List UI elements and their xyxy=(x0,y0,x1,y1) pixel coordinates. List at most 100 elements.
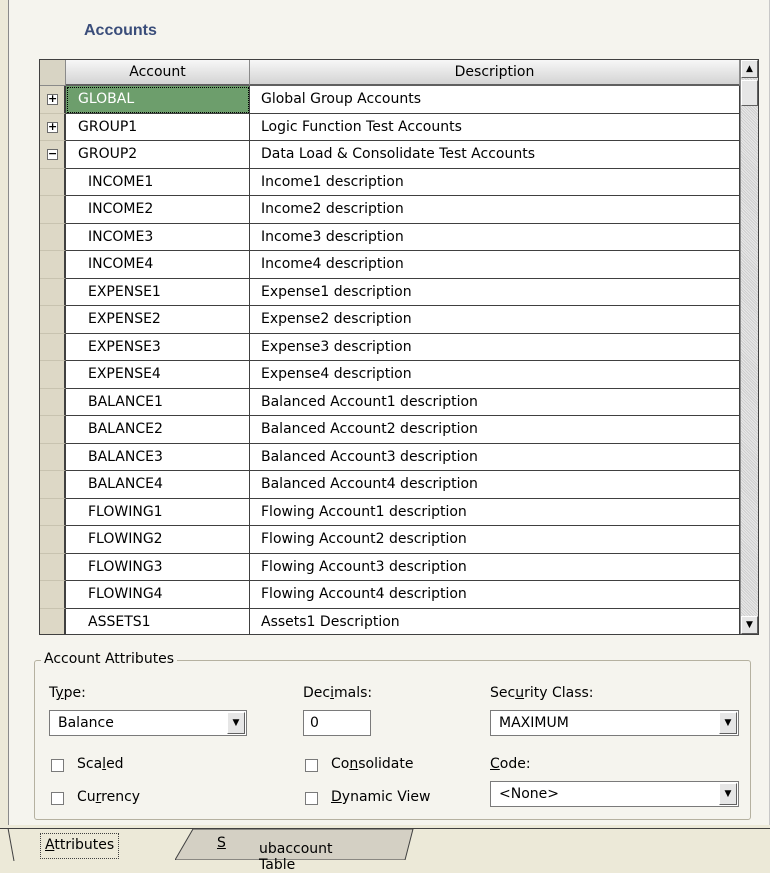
type-dropdown-button[interactable]: ▼ xyxy=(227,712,245,734)
table-row[interactable]: EXPENSE3 Expense3 description xyxy=(40,333,740,361)
description-cell[interactable]: Expense2 description xyxy=(250,306,740,334)
description-cell[interactable]: Flowing Account1 description xyxy=(250,498,740,526)
account-cell[interactable]: FLOWING4 xyxy=(66,581,250,609)
description-cell[interactable]: Expense4 description xyxy=(250,361,740,389)
table-row[interactable]: − GROUP2 Data Load & Consolidate Test Acco… xyxy=(40,141,740,169)
table-row[interactable]: EXPENSE2 Expense2 description xyxy=(40,306,740,334)
account-cell[interactable]: INCOME2 xyxy=(66,196,250,224)
table-row[interactable]: + GLOBAL Global Group Accounts xyxy=(40,86,740,114)
account-cell[interactable]: ASSETS1 xyxy=(66,608,250,634)
row-header[interactable] xyxy=(40,196,66,224)
description-cell[interactable]: Income3 description xyxy=(250,223,740,251)
description-cell[interactable]: Flowing Account3 description xyxy=(250,553,740,581)
table-row[interactable]: EXPENSE1 Expense1 description xyxy=(40,278,740,306)
description-cell[interactable]: Expense3 description xyxy=(250,333,740,361)
account-cell[interactable]: BALANCE3 xyxy=(66,443,250,471)
table-row[interactable]: INCOME3 Income3 description xyxy=(40,223,740,251)
scroll-down-button[interactable]: ▼ xyxy=(741,616,758,634)
description-cell[interactable]: Expense1 description xyxy=(250,278,740,306)
tab-attributes[interactable]: Attributes xyxy=(40,833,120,859)
table-row[interactable]: FLOWING4 Flowing Account4 description xyxy=(40,581,740,609)
row-header[interactable] xyxy=(40,333,66,361)
account-cell[interactable]: GROUP1 xyxy=(66,113,250,141)
row-header[interactable] xyxy=(40,223,66,251)
table-row[interactable]: BALANCE4 Balanced Account4 description xyxy=(40,471,740,499)
type-dropdown[interactable]: Balance ▼ xyxy=(49,710,247,736)
column-header-description[interactable]: Description xyxy=(250,60,740,86)
row-header[interactable] xyxy=(40,581,66,609)
account-cell[interactable]: FLOWING3 xyxy=(66,553,250,581)
row-header[interactable] xyxy=(40,553,66,581)
table-row[interactable]: FLOWING3 Flowing Account3 description xyxy=(40,553,740,581)
description-cell[interactable]: Assets1 Description xyxy=(250,608,740,634)
description-cell[interactable]: Balanced Account1 description xyxy=(250,388,740,416)
account-cell[interactable]: EXPENSE1 xyxy=(66,278,250,306)
row-header[interactable] xyxy=(40,498,66,526)
column-header-account[interactable]: Account xyxy=(66,60,250,86)
code-dropdown-button[interactable]: ▼ xyxy=(719,783,737,805)
account-cell[interactable]: EXPENSE4 xyxy=(66,361,250,389)
row-header[interactable] xyxy=(40,471,66,499)
table-row[interactable]: BALANCE3 Balanced Account3 description xyxy=(40,443,740,471)
table-row[interactable]: FLOWING2 Flowing Account2 description xyxy=(40,526,740,554)
table-row[interactable]: EXPENSE4 Expense4 description xyxy=(40,361,740,389)
plus-box-icon[interactable]: + xyxy=(47,93,58,105)
table-row[interactable]: + GROUP1 Logic Function Test Accounts xyxy=(40,113,740,141)
account-cell[interactable]: INCOME1 xyxy=(66,168,250,196)
row-header[interactable] xyxy=(40,361,66,389)
tab-subaccount-table[interactable]: Subaccount Table xyxy=(175,829,415,873)
account-cell[interactable]: EXPENSE3 xyxy=(66,333,250,361)
account-cell[interactable]: BALANCE2 xyxy=(66,416,250,444)
table-row[interactable]: INCOME4 Income4 description xyxy=(40,251,740,279)
description-cell[interactable]: Balanced Account4 description xyxy=(250,471,740,499)
table-row[interactable]: BALANCE1 Balanced Account1 description xyxy=(40,388,740,416)
account-cell[interactable]: BALANCE4 xyxy=(66,471,250,499)
table-row[interactable]: INCOME1 Income1 description xyxy=(40,168,740,196)
account-cell[interactable]: FLOWING1 xyxy=(66,498,250,526)
minus-box-icon[interactable]: − xyxy=(47,148,58,160)
description-cell[interactable]: Balanced Account2 description xyxy=(250,416,740,444)
scroll-up-button[interactable]: ▲ xyxy=(741,60,758,78)
table-row[interactable]: ASSETS1 Assets1 Description xyxy=(40,608,740,634)
account-cell[interactable]: FLOWING2 xyxy=(66,526,250,554)
security-class-dropdown-button[interactable]: ▼ xyxy=(719,712,737,734)
description-cell[interactable]: Income4 description xyxy=(250,251,740,279)
row-header[interactable]: + xyxy=(40,113,66,141)
description-cell[interactable]: Global Group Accounts xyxy=(250,86,740,114)
account-cell[interactable]: BALANCE1 xyxy=(66,388,250,416)
row-header[interactable]: − xyxy=(40,141,66,169)
description-cell[interactable]: Income2 description xyxy=(250,196,740,224)
description-cell[interactable]: Data Load & Consolidate Test Accounts xyxy=(250,141,740,169)
consolidate-checkbox[interactable] xyxy=(305,759,318,772)
account-cell[interactable]: GROUP2 xyxy=(66,141,250,169)
table-row[interactable]: BALANCE2 Balanced Account2 description xyxy=(40,416,740,444)
currency-checkbox[interactable] xyxy=(51,792,64,805)
row-header[interactable] xyxy=(40,443,66,471)
account-cell[interactable]: GLOBAL xyxy=(66,86,250,114)
grid-vertical-scrollbar[interactable]: ▲ ▼ xyxy=(740,60,758,634)
dynamic-view-checkbox[interactable] xyxy=(305,792,318,805)
description-cell[interactable]: Income1 description xyxy=(250,168,740,196)
description-cell[interactable]: Flowing Account4 description xyxy=(250,581,740,609)
account-cell[interactable]: INCOME4 xyxy=(66,251,250,279)
row-header[interactable] xyxy=(40,251,66,279)
row-header[interactable] xyxy=(40,526,66,554)
code-dropdown[interactable]: <None> ▼ xyxy=(490,781,739,807)
scroll-thumb[interactable] xyxy=(741,80,758,106)
table-row[interactable]: FLOWING1 Flowing Account1 description xyxy=(40,498,740,526)
description-cell[interactable]: Logic Function Test Accounts xyxy=(250,113,740,141)
row-header[interactable] xyxy=(40,168,66,196)
row-header[interactable] xyxy=(40,388,66,416)
decimals-field[interactable]: 0 xyxy=(303,710,371,736)
description-cell[interactable]: Flowing Account2 description xyxy=(250,526,740,554)
security-class-dropdown[interactable]: MAXIMUM ▼ xyxy=(490,710,739,736)
row-header[interactable]: + xyxy=(40,86,66,114)
row-header[interactable] xyxy=(40,306,66,334)
plus-box-icon[interactable]: + xyxy=(47,121,58,133)
account-cell[interactable]: INCOME3 xyxy=(66,223,250,251)
row-header[interactable] xyxy=(40,278,66,306)
scaled-checkbox[interactable] xyxy=(51,759,64,772)
account-cell[interactable]: EXPENSE2 xyxy=(66,306,250,334)
row-header[interactable] xyxy=(40,608,66,634)
row-header[interactable] xyxy=(40,416,66,444)
